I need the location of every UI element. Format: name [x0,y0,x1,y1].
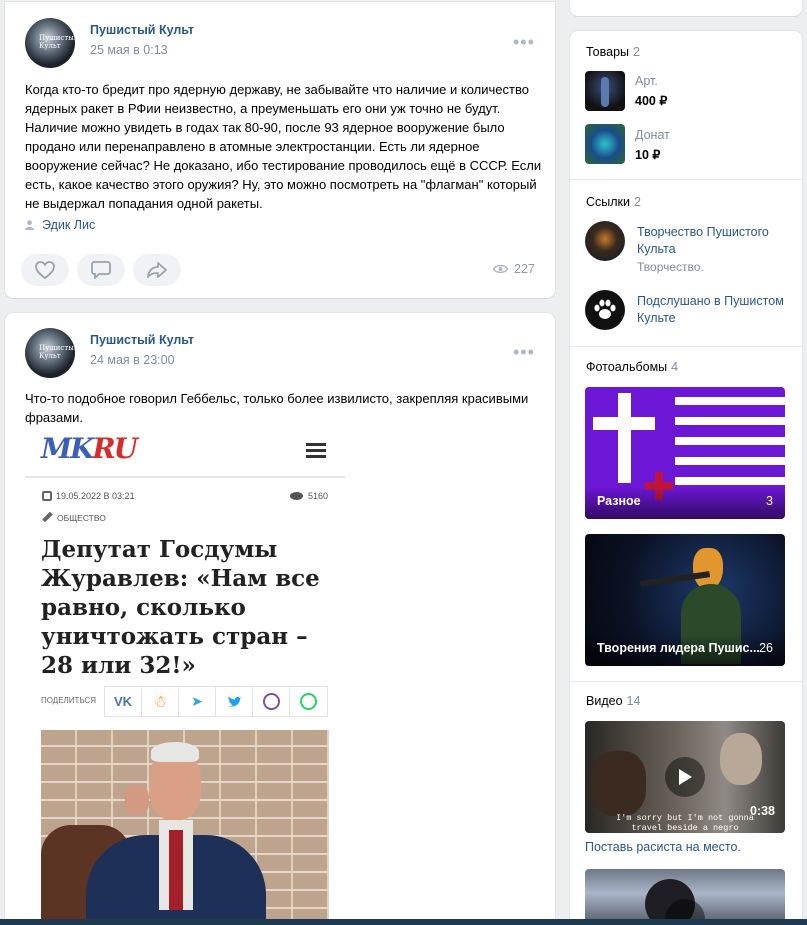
whatsapp-share-icon [290,687,327,716]
goods-item-name[interactable]: Донат [635,128,670,142]
article-views: 5160 [290,491,328,501]
post-header: Пушистый Культ Пушистый Культ 24 мая в 2… [25,328,535,378]
album-count: 3 [766,494,773,508]
album-title: Разное [597,494,641,508]
post-card: Пушистый Культ Пушистый Культ 25 мая в 0… [5,2,555,298]
goods-thumbnail[interactable] [585,124,625,164]
links-header[interactable]: Ссылки 2 [586,195,641,209]
video-subtitle: I'm sorry but I'm not gonna travel besid… [616,813,754,833]
menu-icon [306,443,326,458]
user-icon [25,220,34,230]
share-buttons: VK ☃ ➤ [104,686,328,717]
link-description: Творчество. [637,260,704,274]
share-button[interactable] [133,254,181,286]
videos-header[interactable]: Видео 14 [586,694,640,708]
share-label: ПОДЕЛИТЬСЯ [41,696,97,705]
link-avatar[interactable] [585,290,625,330]
share-icon [147,262,167,278]
pencil-icon [42,511,53,523]
album-cover[interactable]: Творения лидера Пушис... 26 [585,534,785,666]
divider [570,179,802,180]
post-signer[interactable]: Эдик Лис [25,218,95,232]
heart-icon [35,261,55,279]
post-author[interactable]: Пушистый Культ [90,23,194,37]
link-avatar[interactable] [585,221,625,261]
goods-item-name[interactable]: Арт. [635,74,658,88]
more-options-icon[interactable]: ••• [513,342,535,363]
goods-item-price: 10 ₽ [635,148,661,162]
sidebar-module: Товары 2 Арт. 400 ₽ Донат 10 ₽ Ссылки 2 Тв… [570,31,802,925]
post-author[interactable]: Пушистый Культ [90,333,194,347]
like-button[interactable] [21,254,69,286]
community-avatar[interactable]: Пушистый Культ [25,18,75,68]
post-header: Пушистый Культ Пушистый Культ 25 мая в 0… [25,18,535,68]
article-photo [41,730,329,925]
article-section: ОБЩЕСТВО [42,511,106,523]
video-thumbnail[interactable]: I'm sorry but I'm not gonna travel besid… [585,721,785,833]
eye-icon [290,492,303,500]
post-date[interactable]: 24 мая в 23:00 [90,353,175,367]
twitter-share-icon [216,687,253,716]
video-thumbnail[interactable] [585,869,785,925]
mk-logo: MKRU [41,432,138,465]
post-date[interactable]: 25 мая в 0:13 [90,43,168,57]
link-title[interactable]: Творчество Пушистого Культа [637,224,787,258]
video-duration: 0:38 [749,804,775,818]
video-title[interactable]: Поставь расиста на место. [585,840,741,854]
post-text: Что-то подобное говорил Геббельс, только… [25,391,529,425]
play-button[interactable] [665,757,705,797]
viber-share-icon [253,687,290,716]
community-avatar[interactable]: Пушистый Культ [25,328,75,378]
goods-item-price: 400 ₽ [635,94,668,108]
goods-header[interactable]: Товары 2 [586,45,640,59]
play-icon [679,769,692,785]
ok-share-icon: ☃ [142,687,179,716]
album-cover[interactable]: Разное 3 [585,387,785,519]
divider [570,681,802,682]
bottom-bar [0,919,807,925]
divider [570,346,802,347]
link-title[interactable]: Подслушано в Пушистом Культе [637,293,787,327]
calendar-icon [42,491,52,501]
telegram-share-icon: ➤ [179,687,216,716]
article-headline: Депутат Госдумы Журавлев: «Нам все равно… [41,536,320,679]
sidebar-top-stub [570,0,802,16]
views-counter: 227 [493,262,535,276]
album-count: 26 [759,641,773,655]
paw-icon [594,299,616,319]
post-text: Когда кто-то бредит про ядерную державу,… [25,82,542,211]
comment-icon [91,261,111,279]
goods-thumbnail[interactable] [585,71,625,111]
header-divider [25,476,345,478]
vk-share-icon: VK [105,687,142,716]
eye-icon [493,264,508,274]
comment-button[interactable] [77,254,125,286]
albums-header[interactable]: Фотоальбомы 4 [586,360,678,374]
post-image-article[interactable]: MKRU 19.05.2022 В 03:21 5160 ОБЩЕСТВО Де… [25,430,355,925]
album-title: Творения лидера Пушис... [597,641,760,655]
more-options-icon[interactable]: ••• [513,32,535,53]
article-date: 19.05.2022 В 03:21 [42,491,135,501]
